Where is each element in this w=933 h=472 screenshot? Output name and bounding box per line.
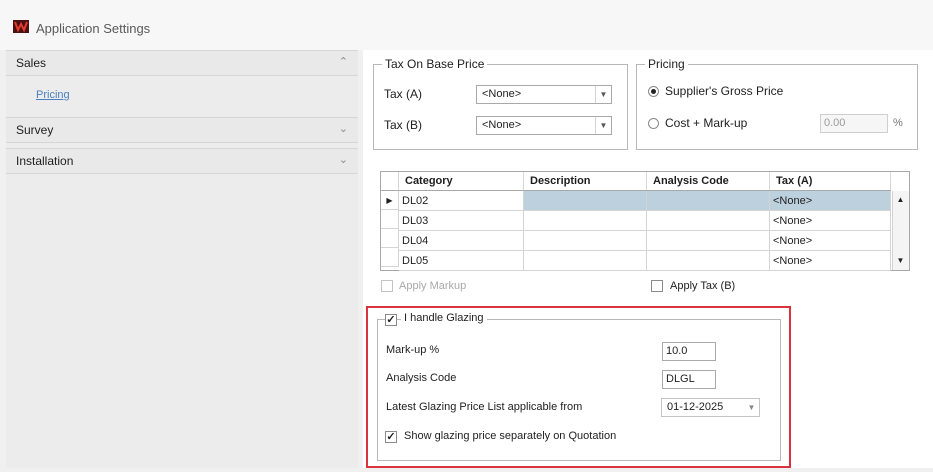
highlight-box	[366, 306, 791, 468]
tax-on-base-price-group: Tax On Base Price Tax (A) <None> ▼ Tax (…	[373, 57, 628, 150]
chevron-down-icon[interactable]: ⌄	[339, 153, 348, 166]
grid-scrollbar[interactable]: ▲ ▼	[892, 191, 909, 270]
column-header-category[interactable]: Category	[399, 172, 524, 191]
sidebar-section-sales[interactable]: Sales ⌃	[6, 50, 358, 76]
sidebar-item-pricing[interactable]: Pricing	[36, 89, 70, 101]
grid-header-row: Category Description Analysis Code Tax (…	[399, 172, 891, 191]
row-indicator-icon: ▶	[381, 191, 399, 210]
cell-tax-a[interactable]: <None>	[769, 190, 891, 211]
cost-markup-radio[interactable]	[648, 118, 659, 129]
tax-b-label: Tax (B)	[384, 118, 423, 132]
tax-b-dropdown[interactable]: <None> ▼	[476, 116, 612, 135]
chevron-down-icon[interactable]: ⌄	[339, 122, 348, 135]
dropdown-value: <None>	[482, 119, 522, 131]
table-row[interactable]: DL05 <None>	[399, 250, 891, 271]
cell-analysis-code[interactable]	[646, 210, 770, 231]
window-title: Application Settings	[36, 21, 151, 36]
row-header[interactable]	[381, 248, 399, 267]
cell-tax-a[interactable]: <None>	[769, 230, 891, 251]
cell-category[interactable]: DL03	[399, 210, 524, 231]
cell-description[interactable]	[523, 210, 647, 231]
supplier-gross-price-radio[interactable]	[648, 86, 659, 97]
scroll-down-icon[interactable]: ▼	[893, 252, 908, 270]
cell-description[interactable]	[523, 190, 647, 211]
table-row[interactable]: DL04 <None>	[399, 230, 891, 251]
sidebar: Sales ⌃ Pricing Survey ⌄ Installation ⌄	[6, 50, 358, 468]
cell-description[interactable]	[523, 250, 647, 271]
group-legend: Tax On Base Price	[382, 57, 488, 71]
tax-a-label: Tax (A)	[384, 87, 423, 101]
chevron-up-icon[interactable]: ⌃	[339, 55, 348, 68]
cell-tax-a[interactable]: <None>	[769, 210, 891, 231]
cell-category[interactable]: DL05	[399, 250, 524, 271]
percent-symbol: %	[893, 117, 903, 129]
cell-analysis-code[interactable]	[646, 250, 770, 271]
pricing-group: Pricing Supplier's Gross Price Cost + Ma…	[636, 57, 918, 150]
apply-markup-label: Apply Markup	[399, 280, 467, 292]
group-legend: Pricing	[645, 57, 688, 71]
supplier-gross-price-label: Supplier's Gross Price	[665, 84, 784, 98]
cell-tax-a[interactable]: <None>	[769, 250, 891, 271]
sidebar-section-label: Survey	[16, 123, 54, 137]
apply-tax-b-checkbox[interactable]	[651, 280, 663, 292]
cell-analysis-code[interactable]	[646, 230, 770, 251]
markup-value-input[interactable]: 0.00	[820, 114, 888, 133]
cell-description[interactable]	[523, 230, 647, 251]
cell-category[interactable]: DL02	[399, 190, 524, 211]
tax-a-dropdown[interactable]: <None> ▼	[476, 85, 612, 104]
scroll-up-icon[interactable]: ▲	[893, 191, 908, 209]
cell-category[interactable]: DL04	[399, 230, 524, 251]
row-header[interactable]	[381, 210, 399, 229]
column-header-analysis-code[interactable]: Analysis Code	[646, 172, 770, 191]
apply-tax-b-label: Apply Tax (B)	[670, 280, 736, 292]
grid-corner	[381, 172, 399, 191]
column-header-description[interactable]: Description	[523, 172, 647, 191]
dropdown-value: <None>	[482, 88, 522, 100]
grid-table: Category Description Analysis Code Tax (…	[399, 172, 891, 271]
app-logo-icon	[13, 20, 29, 33]
sidebar-section-survey[interactable]: Survey ⌄	[6, 117, 358, 143]
apply-markup-checkbox[interactable]	[381, 280, 393, 292]
column-header-tax-a[interactable]: Tax (A)	[769, 172, 891, 191]
category-grid[interactable]: ▶ Category Description Analysis Code Tax…	[380, 171, 910, 271]
table-row[interactable]: DL02 <None>	[399, 190, 891, 211]
cost-markup-label: Cost + Mark-up	[665, 116, 748, 130]
sidebar-section-installation[interactable]: Installation ⌄	[6, 148, 358, 174]
dropdown-arrow-icon[interactable]: ▼	[595, 117, 611, 134]
row-header[interactable]	[381, 229, 399, 248]
cell-analysis-code[interactable]	[646, 190, 770, 211]
table-row[interactable]: DL03 <None>	[399, 210, 891, 231]
dropdown-arrow-icon[interactable]: ▼	[595, 86, 611, 103]
sidebar-section-label: Sales	[16, 56, 47, 70]
sidebar-section-label: Installation	[16, 154, 74, 168]
